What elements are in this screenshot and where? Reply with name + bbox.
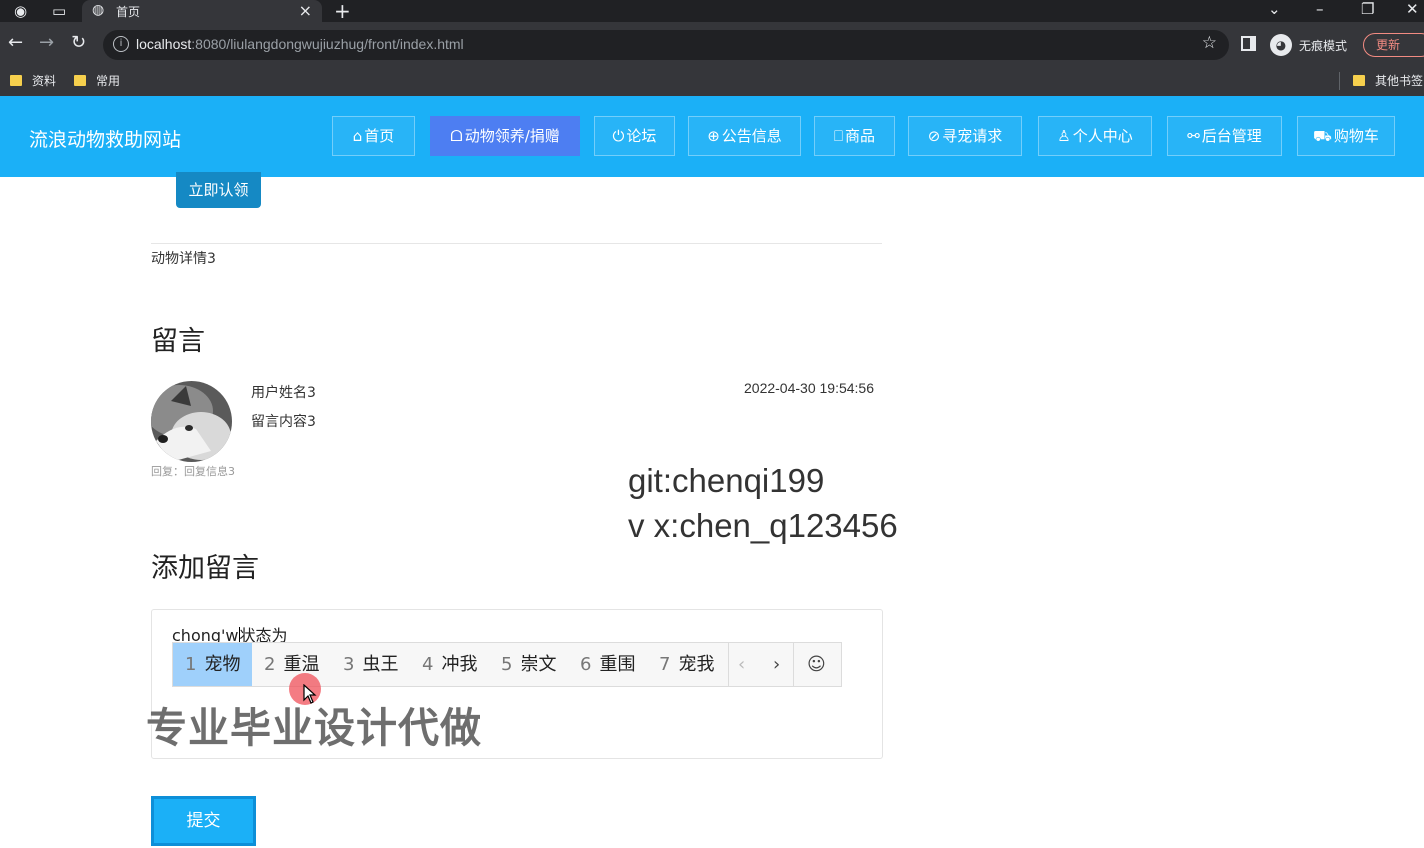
nav-announcements[interactable]: ⊕ 公告信息 [688,116,801,156]
bookmarks-divider [1339,72,1340,90]
emoji-icon[interactable]: ☺ [807,643,826,686]
tag-icon: ⊘ [927,127,941,145]
add-comment-title: 添加留言 [151,553,259,584]
update-button[interactable]: 更新 [1363,33,1424,57]
site-header: 流浪动物救助网站 ⌂ 首页 ᗝ 动物领养/捐赠 ⏻ 论坛 ⊕ 公告信息 ⎕ 商品 ⊘ 寻宠请… [0,96,1424,177]
watermark-git: git:chenqi199 [628,462,825,499]
user-icon: ♙ [1057,127,1071,145]
browser-tab-active[interactable]: ◍ 首页 × [82,0,322,22]
book-icon: ⎕ [833,127,843,145]
bookmark-folder-changyong[interactable]: 常用 [74,72,120,89]
nav-forum[interactable]: ⏻ 论坛 [594,116,675,156]
comment-content: 留言内容3 [251,414,316,430]
nav-personal-center[interactable]: ♙ 个人中心 [1038,116,1152,156]
reload-button[interactable]: ↻ [71,33,86,53]
mouse-cursor-icon [303,684,317,704]
power-icon: ⏻ [612,127,625,145]
tab-list-icon[interactable]: ⌄ [1268,0,1281,18]
ime-prev-page-icon[interactable]: ‹ [738,643,745,686]
browser-toolbar: ← → ↻ i localhost:8080/liulangdongwujiuz… [0,22,1424,66]
forward-button[interactable]: → [39,33,54,53]
nav-home[interactable]: ⌂ 首页 [332,116,415,156]
incognito-icon: ◕ [1270,34,1292,56]
minimize-button[interactable]: – [1316,0,1324,18]
browser-menu-icon[interactable]: ◉ [14,2,27,20]
husky-avatar-image [151,381,232,462]
nav-cart[interactable]: ⛟ 购物车 [1297,116,1395,156]
adopt-now-button[interactable]: 立即认领 [176,172,261,208]
site-title: 流浪动物救助网站 [29,129,182,151]
ime-candidate-3[interactable]: 3 虫王 [331,643,410,686]
new-tab-button[interactable]: + [334,0,351,23]
ime-candidate-5[interactable]: 5 崇文 [489,643,568,686]
folder-icon [74,75,86,86]
animal-detail-text: 动物详情3 [151,251,216,267]
url-text: localhost:8080/liulangdongwujiuzhug/fron… [136,36,464,52]
site-info-icon[interactable]: i [113,36,129,52]
nav-products[interactable]: ⎕ 商品 [814,116,895,156]
folder-icon [1353,75,1365,86]
pet-icon: ᗝ [450,127,463,145]
comment-user-name: 用户姓名3 [251,385,316,401]
ime-candidate-4[interactable]: 4 冲我 [410,643,489,686]
nav-find-pet[interactable]: ⊘ 寻宠请求 [908,116,1022,156]
ime-separator [728,643,729,686]
watermark-vx: v x:chen_q123456 [628,507,898,544]
nav-adopt-donate[interactable]: ᗝ 动物领养/捐赠 [430,116,580,156]
other-bookmarks[interactable]: 其他书签 [1353,72,1423,89]
side-panel-icon[interactable] [1241,36,1256,51]
window-close-button[interactable]: ✕ [1406,0,1419,18]
tab-search-icon[interactable]: ▭ [52,2,66,20]
browser-tab-strip: ◉ ▭ ◍ 首页 × + ⌄ – ❐ ✕ [0,0,1424,23]
cart-icon: ⛟ [1313,127,1332,145]
folder-icon [10,75,22,86]
back-button[interactable]: ← [8,33,23,53]
ime-next-page-icon[interactable]: › [773,643,780,686]
ime-candidate-7[interactable]: 7 宠我 [647,643,726,686]
submit-button[interactable]: 提交 [151,796,256,846]
incognito-label: 无痕模式 [1299,39,1348,53]
close-tab-icon[interactable]: × [299,1,312,20]
address-bar[interactable]: i localhost:8080/liulangdongwujiuzhug/fr… [103,30,1229,60]
avatar [151,381,232,462]
home-icon: ⌂ [352,127,363,145]
ime-separator [793,643,794,686]
detail-divider [151,243,882,244]
nav-admin[interactable]: ⚯ 后台管理 [1167,116,1282,156]
ime-candidate-bar: 1 宠物 2 重温 3 虫王 4 冲我 5 崇文 6 重围 7 宠我 ‹ › ☺ [172,642,842,687]
comments-title: 留言 [151,326,205,357]
link-icon: ⚯ [1187,127,1200,145]
comment-timestamp: 2022-04-30 19:54:56 [744,380,874,396]
globe-icon: ◍ [92,2,105,18]
bookmark-folder-ziliao[interactable]: 资料 [10,72,56,89]
bookmark-star-icon[interactable]: ☆ [1202,33,1217,53]
globe-icon: ⊕ [707,127,720,145]
bookmarks-bar: 资料 常用 其他书签 [0,66,1424,96]
ime-candidate-1[interactable]: 1 宠物 [173,643,252,686]
restore-button[interactable]: ❐ [1361,0,1374,18]
comment-reply: 回复：回复信息3 [151,465,235,478]
ime-candidate-6[interactable]: 6 重围 [568,643,647,686]
tab-title: 首页 [116,5,141,19]
